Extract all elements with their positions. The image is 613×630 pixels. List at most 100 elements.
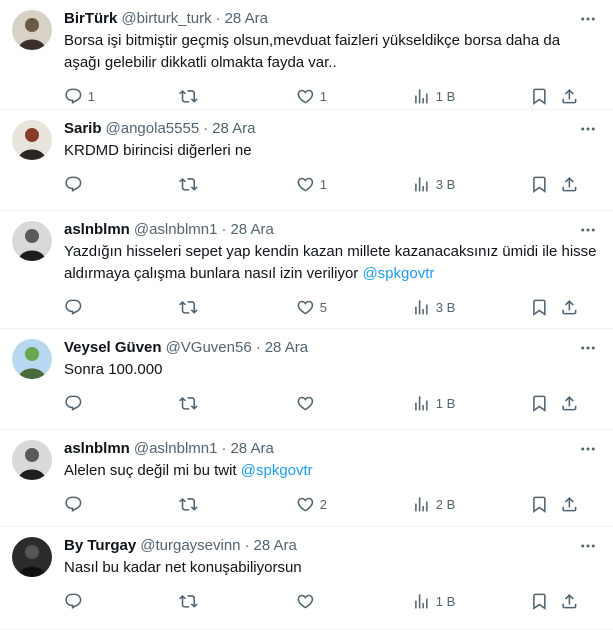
tweet-date[interactable]: 28 Ara bbox=[230, 221, 273, 238]
reply-button[interactable] bbox=[64, 494, 88, 514]
mention-link[interactable]: @spkgovtr bbox=[241, 462, 313, 479]
view-count: 3 B bbox=[435, 299, 456, 315]
like-button[interactable]: 1 bbox=[296, 86, 327, 106]
more-options-icon[interactable] bbox=[577, 10, 599, 28]
more-options-icon[interactable] bbox=[577, 120, 599, 138]
separator-dot: · bbox=[255, 338, 261, 356]
tweet-date[interactable]: 28 Ara bbox=[212, 120, 255, 137]
avatar[interactable] bbox=[12, 440, 52, 480]
bookmark-icon bbox=[530, 495, 549, 514]
avatar[interactable] bbox=[12, 221, 52, 261]
like-button[interactable]: 1 bbox=[296, 174, 327, 194]
bookmark-button[interactable] bbox=[530, 494, 549, 514]
retweet-button[interactable] bbox=[179, 393, 203, 413]
retweet-button[interactable] bbox=[179, 174, 203, 194]
retweet-icon bbox=[179, 175, 198, 194]
bookmark-icon bbox=[530, 298, 549, 317]
retweet-icon bbox=[179, 495, 198, 514]
tweet-date[interactable]: 28 Ara bbox=[225, 10, 268, 27]
share-button[interactable] bbox=[560, 494, 579, 514]
display-name[interactable]: By Turgay bbox=[64, 537, 136, 554]
more-options-icon[interactable] bbox=[577, 339, 599, 357]
views-button[interactable]: 1 B bbox=[412, 393, 455, 413]
display-name[interactable]: Veysel Güven bbox=[64, 339, 162, 356]
view-count: 1 B bbox=[435, 395, 456, 411]
avatar[interactable] bbox=[12, 10, 52, 50]
share-icon bbox=[560, 298, 579, 317]
reply-button[interactable]: 1 bbox=[64, 86, 95, 106]
more-options-icon[interactable] bbox=[577, 537, 599, 555]
like-button[interactable]: 2 bbox=[296, 494, 327, 514]
like-button[interactable] bbox=[296, 591, 320, 611]
display-name[interactable]: aslnblmn bbox=[64, 221, 130, 238]
tweet-date[interactable]: 28 Ara bbox=[254, 537, 297, 554]
display-name[interactable]: aslnblmn bbox=[64, 440, 130, 457]
like-button[interactable] bbox=[296, 393, 320, 413]
tweet[interactable]: BirTürk @birturk_turk · 28 Ara Borsa işi… bbox=[0, 0, 613, 110]
share-button[interactable] bbox=[560, 591, 579, 611]
tweet[interactable]: aslnblmn @aslnblmn1 · 28 Ara Yazdığın hi… bbox=[0, 211, 613, 329]
bookmark-button[interactable] bbox=[530, 393, 549, 413]
share-icon bbox=[560, 394, 579, 413]
display-name[interactable]: Sarib bbox=[64, 120, 102, 137]
view-count: 1 B bbox=[435, 88, 456, 104]
avatar[interactable] bbox=[12, 537, 52, 577]
like-button[interactable]: 5 bbox=[296, 297, 327, 317]
user-handle[interactable]: @angola5555 bbox=[106, 120, 200, 137]
retweet-button[interactable] bbox=[179, 86, 203, 106]
tweet-header: By Turgay @turgaysevinn · 28 Ara bbox=[64, 535, 597, 555]
share-icon bbox=[560, 592, 579, 611]
tweet-header: Sarib @angola5555 · 28 Ara bbox=[64, 118, 597, 138]
like-count: 1 bbox=[319, 88, 327, 104]
bookmark-button[interactable] bbox=[530, 297, 549, 317]
share-button[interactable] bbox=[560, 86, 579, 106]
retweet-button[interactable] bbox=[179, 591, 203, 611]
heart-icon bbox=[296, 175, 315, 194]
tweet[interactable]: By Turgay @turgaysevinn · 28 Ara Nasıl b… bbox=[0, 527, 613, 630]
views-chart-icon bbox=[412, 495, 431, 514]
avatar[interactable] bbox=[12, 120, 52, 160]
retweet-button[interactable] bbox=[179, 494, 203, 514]
heart-icon bbox=[296, 87, 315, 106]
tweet[interactable]: Sarib @angola5555 · 28 Ara KRDMD birinci… bbox=[0, 110, 613, 211]
views-button[interactable]: 1 B bbox=[412, 591, 455, 611]
reply-button[interactable] bbox=[64, 297, 88, 317]
tweet[interactable]: aslnblmn @aslnblmn1 · 28 Ara Alelen suç … bbox=[0, 430, 613, 527]
bookmark-button[interactable] bbox=[530, 174, 549, 194]
heart-icon bbox=[296, 298, 315, 317]
reply-icon bbox=[64, 87, 83, 106]
share-button[interactable] bbox=[560, 393, 579, 413]
views-button[interactable]: 3 B bbox=[412, 174, 455, 194]
views-button[interactable]: 2 B bbox=[412, 494, 455, 514]
views-button[interactable]: 3 B bbox=[412, 297, 455, 317]
user-handle[interactable]: @VGuven56 bbox=[166, 339, 252, 356]
tweet-body: Sonra 100.000 bbox=[64, 361, 163, 378]
reply-button[interactable] bbox=[64, 591, 88, 611]
like-count: 5 bbox=[319, 299, 327, 315]
bookmark-button[interactable] bbox=[530, 86, 549, 106]
display-name[interactable]: BirTürk bbox=[64, 10, 117, 27]
avatar[interactable] bbox=[12, 339, 52, 379]
views-button[interactable]: 1 B bbox=[412, 86, 455, 106]
user-handle[interactable]: @aslnblmn1 bbox=[134, 440, 218, 457]
tweet-actions: 1 3 B bbox=[64, 162, 597, 208]
tweet[interactable]: Veysel Güven @VGuven56 · 28 Ara Sonra 10… bbox=[0, 329, 613, 430]
more-options-icon[interactable] bbox=[577, 221, 599, 239]
tweet-text: Yazdığın hisseleri sepet yap kendin kaza… bbox=[64, 241, 597, 285]
mention-link[interactable]: @spkgovtr bbox=[362, 265, 434, 282]
share-button[interactable] bbox=[560, 174, 579, 194]
separator-dot: · bbox=[203, 119, 209, 137]
more-options-icon[interactable] bbox=[577, 440, 599, 458]
bookmark-button[interactable] bbox=[530, 591, 549, 611]
reply-button[interactable] bbox=[64, 393, 88, 413]
tweet-actions: 2 2 B bbox=[64, 482, 597, 528]
user-handle[interactable]: @aslnblmn1 bbox=[134, 221, 218, 238]
user-handle[interactable]: @turgaysevinn bbox=[140, 537, 240, 554]
user-handle[interactable]: @birturk_turk bbox=[121, 10, 211, 27]
share-button[interactable] bbox=[560, 297, 579, 317]
reply-button[interactable] bbox=[64, 174, 88, 194]
tweet-date[interactable]: 28 Ara bbox=[230, 440, 273, 457]
retweet-button[interactable] bbox=[179, 297, 203, 317]
tweet-date[interactable]: 28 Ara bbox=[265, 339, 308, 356]
tweet-header: Veysel Güven @VGuven56 · 28 Ara bbox=[64, 337, 597, 357]
